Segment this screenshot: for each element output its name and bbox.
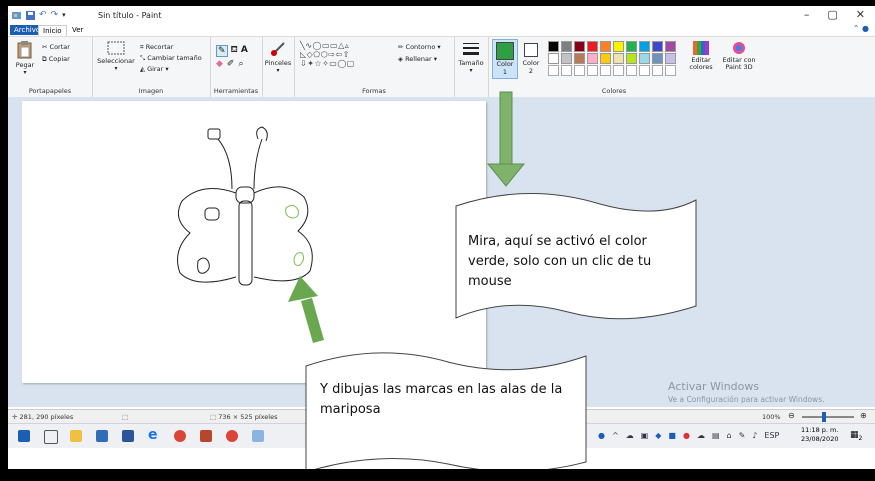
down-arrow-shaft — [499, 91, 513, 165]
down-arrow-head — [486, 163, 526, 187]
up-arrow-shaft — [301, 298, 324, 343]
paint-window: ↶ ↷ ▾ Sin título - Paint – ▢ ✕ Archivo I… — [8, 6, 875, 469]
callout-bottom-text: Y dibujas las marcas en las alas de la m… — [320, 382, 563, 417]
callout-top-text: Mira, aquí se activó el color verde, sol… — [468, 234, 652, 289]
up-arrow-head — [288, 276, 318, 302]
